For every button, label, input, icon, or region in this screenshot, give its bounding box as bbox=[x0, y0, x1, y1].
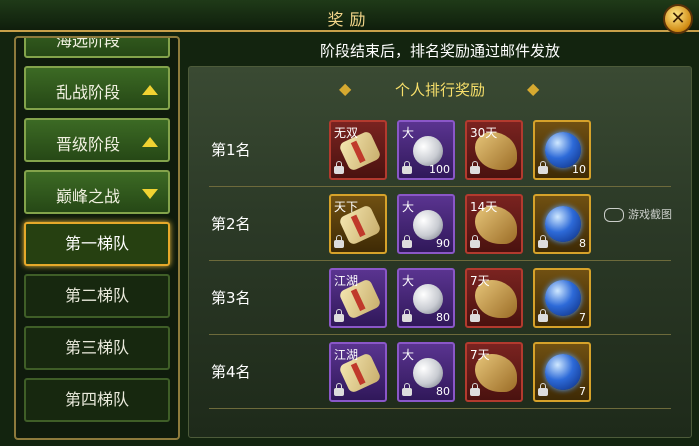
reward-item-slot[interactable]: 14天 bbox=[465, 194, 523, 254]
main-content: 阶段结束后，排名奖励通过邮件发放 ◆ 个人排行奖励 ◆ 第1名 无双大 100 30天… bbox=[188, 36, 692, 440]
watermark: 游戏截图 bbox=[604, 206, 672, 222]
sidebar-item-label: 乱战阶段 bbox=[56, 83, 121, 102]
watermark-text: 游戏截图 bbox=[628, 208, 672, 221]
reward-item-slot[interactable]: 天下 bbox=[329, 194, 387, 254]
reward-item-slot[interactable]: 江湖 bbox=[329, 342, 387, 402]
item-count: 80 bbox=[436, 385, 450, 398]
reward-item-slot[interactable]: 7天 bbox=[465, 342, 523, 402]
item-tag: 江湖 bbox=[334, 274, 359, 288]
item-count: 10 bbox=[572, 163, 586, 176]
item-tag: 30天 bbox=[470, 126, 498, 140]
ranking-panel: ◆ 个人排行奖励 ◆ 第1名 无双大 100 30天 10 第2名 天下大 90 14天 8 第3名… bbox=[188, 66, 692, 438]
row-divider bbox=[209, 186, 671, 187]
section-title: 个人排行奖励 bbox=[394, 81, 485, 99]
reward-item-slot[interactable]: 7 bbox=[533, 342, 591, 402]
item-tag: 7天 bbox=[470, 348, 490, 362]
item-count: 80 bbox=[436, 311, 450, 324]
pearl-icon bbox=[413, 284, 443, 314]
lock-icon bbox=[334, 235, 344, 248]
item-tag: 无双 bbox=[334, 126, 359, 140]
reward-item-slot[interactable]: 7 bbox=[533, 268, 591, 328]
lock-icon bbox=[402, 383, 412, 396]
lock-icon bbox=[470, 309, 480, 322]
lock-icon bbox=[538, 309, 548, 322]
reward-item-slot[interactable]: 大 100 bbox=[397, 120, 455, 180]
item-count: 8 bbox=[579, 237, 586, 250]
item-tag: 大 bbox=[402, 348, 415, 362]
close-icon[interactable]: ✕ bbox=[663, 4, 693, 34]
sidebar-team-3[interactable]: 第三梯队 bbox=[24, 326, 170, 370]
sidebar-team-2[interactable]: 第二梯队 bbox=[24, 274, 170, 318]
lock-icon bbox=[334, 161, 344, 174]
lock-icon bbox=[402, 309, 412, 322]
rank-label: 第1名 bbox=[211, 141, 251, 159]
reward-item-slot[interactable]: 8 bbox=[533, 194, 591, 254]
sidebar-stage-1[interactable]: 乱战阶段 bbox=[24, 66, 170, 110]
lock-icon bbox=[470, 161, 480, 174]
rank-label: 第3名 bbox=[211, 289, 251, 307]
sidebar-item-partial[interactable]: 海选阶段 bbox=[24, 36, 170, 58]
reward-item-slot[interactable]: 江湖 bbox=[329, 268, 387, 328]
lock-icon bbox=[470, 383, 480, 396]
sidebar-item-label: 巅峰之战 bbox=[56, 187, 121, 206]
reward-item-slot[interactable]: 30天 bbox=[465, 120, 523, 180]
item-count: 100 bbox=[429, 163, 450, 176]
lock-icon bbox=[402, 235, 412, 248]
lock-icon bbox=[538, 383, 548, 396]
reward-item-slot[interactable]: 大 80 bbox=[397, 268, 455, 328]
rank-label: 第2名 bbox=[211, 215, 251, 233]
item-count: 90 bbox=[436, 237, 450, 250]
lock-icon bbox=[402, 161, 412, 174]
sidebar-team-4[interactable]: 第四梯队 bbox=[24, 378, 170, 422]
sidebar-stage-3[interactable]: 巅峰之战 bbox=[24, 170, 170, 214]
item-tag: 大 bbox=[402, 126, 415, 140]
chevron-down-icon bbox=[142, 189, 158, 199]
rank-label: 第4名 bbox=[211, 363, 251, 381]
pearl-icon bbox=[413, 358, 443, 388]
item-tag: 大 bbox=[402, 200, 415, 214]
reward-item-slot[interactable]: 10 bbox=[533, 120, 591, 180]
chevron-up-icon bbox=[142, 85, 158, 95]
reward-item-slot[interactable]: 大 80 bbox=[397, 342, 455, 402]
orb-icon bbox=[545, 354, 581, 390]
lock-icon bbox=[538, 235, 548, 248]
sidebar-item-label: 海选阶段 bbox=[56, 36, 121, 50]
reward-item-slot[interactable]: 大 90 bbox=[397, 194, 455, 254]
title-bar: 奖励 ✕ bbox=[0, 0, 699, 34]
row-divider bbox=[209, 260, 671, 261]
orb-icon bbox=[545, 280, 581, 316]
reward-window: 奖励 ✕ 海选阶段 乱战阶段 晋级阶段 巅峰之战 第一梯队 第二梯队 第三梯队 … bbox=[0, 0, 699, 446]
chevron-up-icon bbox=[142, 137, 158, 147]
item-tag: 大 bbox=[402, 274, 415, 288]
ornament-icon: ◆ bbox=[527, 79, 540, 98]
sidebar-item-label: 晋级阶段 bbox=[56, 135, 121, 154]
rank-row: 第4名 江湖 大 80 7天 7 bbox=[189, 337, 691, 409]
rank-row: 第2名 天下 大 90 14天 8 bbox=[189, 189, 691, 261]
item-tag: 江湖 bbox=[334, 348, 359, 362]
reward-item-slot[interactable]: 7天 bbox=[465, 268, 523, 328]
orb-icon bbox=[545, 206, 581, 242]
pearl-icon bbox=[413, 210, 443, 240]
pearl-icon bbox=[413, 136, 443, 166]
window-title: 奖励 bbox=[327, 10, 372, 29]
lock-icon bbox=[334, 383, 344, 396]
row-divider bbox=[209, 334, 671, 335]
item-tag: 14天 bbox=[470, 200, 498, 214]
item-count: 7 bbox=[579, 385, 586, 398]
lock-icon bbox=[470, 235, 480, 248]
reward-item-slot[interactable]: 无双 bbox=[329, 120, 387, 180]
lock-icon bbox=[538, 161, 548, 174]
stage-sidebar: 海选阶段 乱战阶段 晋级阶段 巅峰之战 第一梯队 第二梯队 第三梯队 第四梯队 bbox=[14, 36, 180, 440]
rank-row: 第1名 无双 大 100 30天 10 bbox=[189, 115, 691, 187]
lock-icon bbox=[334, 309, 344, 322]
sidebar-team-1[interactable]: 第一梯队 bbox=[24, 222, 170, 266]
sidebar-stage-2[interactable]: 晋级阶段 bbox=[24, 118, 170, 162]
row-divider bbox=[209, 408, 671, 409]
gamepad-icon bbox=[604, 208, 624, 222]
item-tag: 天下 bbox=[334, 200, 359, 214]
rank-row: 第3名 江湖 大 80 7天 7 bbox=[189, 263, 691, 335]
item-count: 7 bbox=[579, 311, 586, 324]
item-tag: 7天 bbox=[470, 274, 490, 288]
mail-notice: 阶段结束后，排名奖励通过邮件发放 bbox=[319, 42, 560, 60]
